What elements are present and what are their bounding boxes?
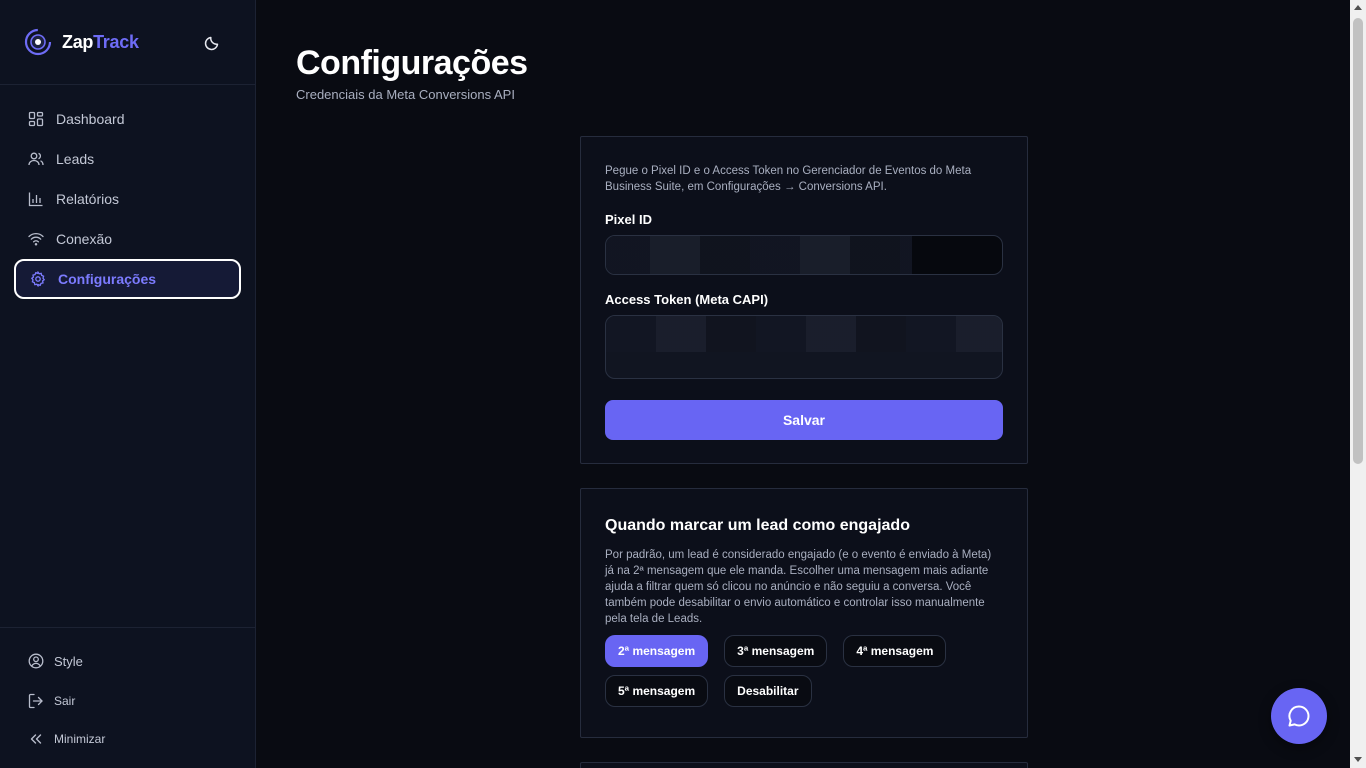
moon-icon[interactable] <box>203 32 223 52</box>
access-token-label: Access Token (Meta CAPI) <box>605 292 769 307</box>
pixel-id-label: Pixel ID <box>605 212 652 227</box>
save-button[interactable]: Salvar <box>605 400 1003 440</box>
sidebar-item-leads[interactable]: Leads <box>0 139 255 179</box>
access-token-masked-value <box>606 316 1002 352</box>
zaptrack-logo <box>24 28 52 56</box>
page-scrollbar[interactable] <box>1350 0 1366 768</box>
brand-name-part2: Track <box>93 31 139 52</box>
scroll-down-arrow[interactable] <box>1354 757 1362 762</box>
option-4th-message[interactable]: 4ª mensagem <box>843 635 947 667</box>
pixel-id-masked-value <box>606 236 912 274</box>
credentials-card: Pegue o Pixel ID e o Access Token no Ger… <box>580 136 1028 464</box>
sidebar-item-label: Minimizar <box>54 732 106 746</box>
sidebar-item-conexao[interactable]: Conexão <box>0 219 255 259</box>
logout-icon <box>28 693 43 709</box>
option-disable[interactable]: Desabilitar <box>724 675 812 707</box>
option-3rd-message[interactable]: 3ª mensagem <box>724 635 828 667</box>
engagement-options: 2ª mensagem 3ª mensagem 4ª mensagem 5ª m… <box>605 635 1005 707</box>
brand: ZapTrack <box>0 0 255 85</box>
sidebar-item-label: Conexão <box>56 231 113 247</box>
page-title: Configurações <box>296 44 528 82</box>
sidebar-item-dashboard[interactable]: Dashboard <box>0 99 255 139</box>
chevrons-left-icon <box>30 734 42 744</box>
sidebar-item-label: Leads <box>56 151 95 167</box>
engagement-card: Quando marcar um lead como engajado Por … <box>580 488 1028 738</box>
chat-bubble-icon <box>1288 705 1310 727</box>
option-5th-message[interactable]: 5ª mensagem <box>605 675 709 707</box>
chat-button[interactable] <box>1271 688 1327 744</box>
sidebar-item-label: Dashboard <box>56 111 125 127</box>
engagement-description: Por padrão, um lead é considerado engaja… <box>605 549 992 625</box>
user-circle-icon <box>28 653 44 669</box>
access-token-field[interactable] <box>605 315 1003 379</box>
sidebar-item-configuracoes[interactable]: Configurações <box>14 259 241 299</box>
sidebar-item-relatorios[interactable]: Relatórios <box>0 179 255 219</box>
sidebar-item-style[interactable]: Style <box>0 641 255 681</box>
brand-name: ZapTrack <box>62 32 139 53</box>
page-subtitle: Credenciais da Meta Conversions API <box>296 87 515 102</box>
sidebar-item-label: Style <box>54 653 83 669</box>
brand-name-part1: Zap <box>62 31 94 52</box>
scroll-thumb[interactable] <box>1353 18 1363 464</box>
sidebar-item-label: Sair <box>54 694 76 708</box>
gear-icon <box>30 271 46 287</box>
sidebar-nav: Dashboard Leads Relatórios Conexão Confi… <box>0 85 255 299</box>
sidebar-footer: Style Sair Minimizar <box>0 627 255 757</box>
credentials-help: Pegue o Pixel ID e o Access Token no Ger… <box>605 165 972 193</box>
scroll-up-arrow[interactable] <box>1354 5 1362 10</box>
sidebar: ZapTrack Dashboard Leads Relatórios Cone… <box>0 0 256 768</box>
engagement-title: Quando marcar um lead como engajado <box>605 517 910 534</box>
sidebar-item-label: Relatórios <box>56 191 120 207</box>
wifi-icon <box>28 232 44 246</box>
sidebar-item-minimizar[interactable]: Minimizar <box>0 721 255 757</box>
users-icon <box>28 152 44 166</box>
grid-icon <box>28 111 44 127</box>
option-2nd-message[interactable]: 2ª mensagem <box>605 635 709 667</box>
sidebar-item-label: Configurações <box>58 271 157 287</box>
next-card <box>580 762 1028 768</box>
bar-chart-icon <box>28 192 43 207</box>
sidebar-item-sair[interactable]: Sair <box>0 681 255 721</box>
pixel-id-field[interactable] <box>605 235 1003 275</box>
